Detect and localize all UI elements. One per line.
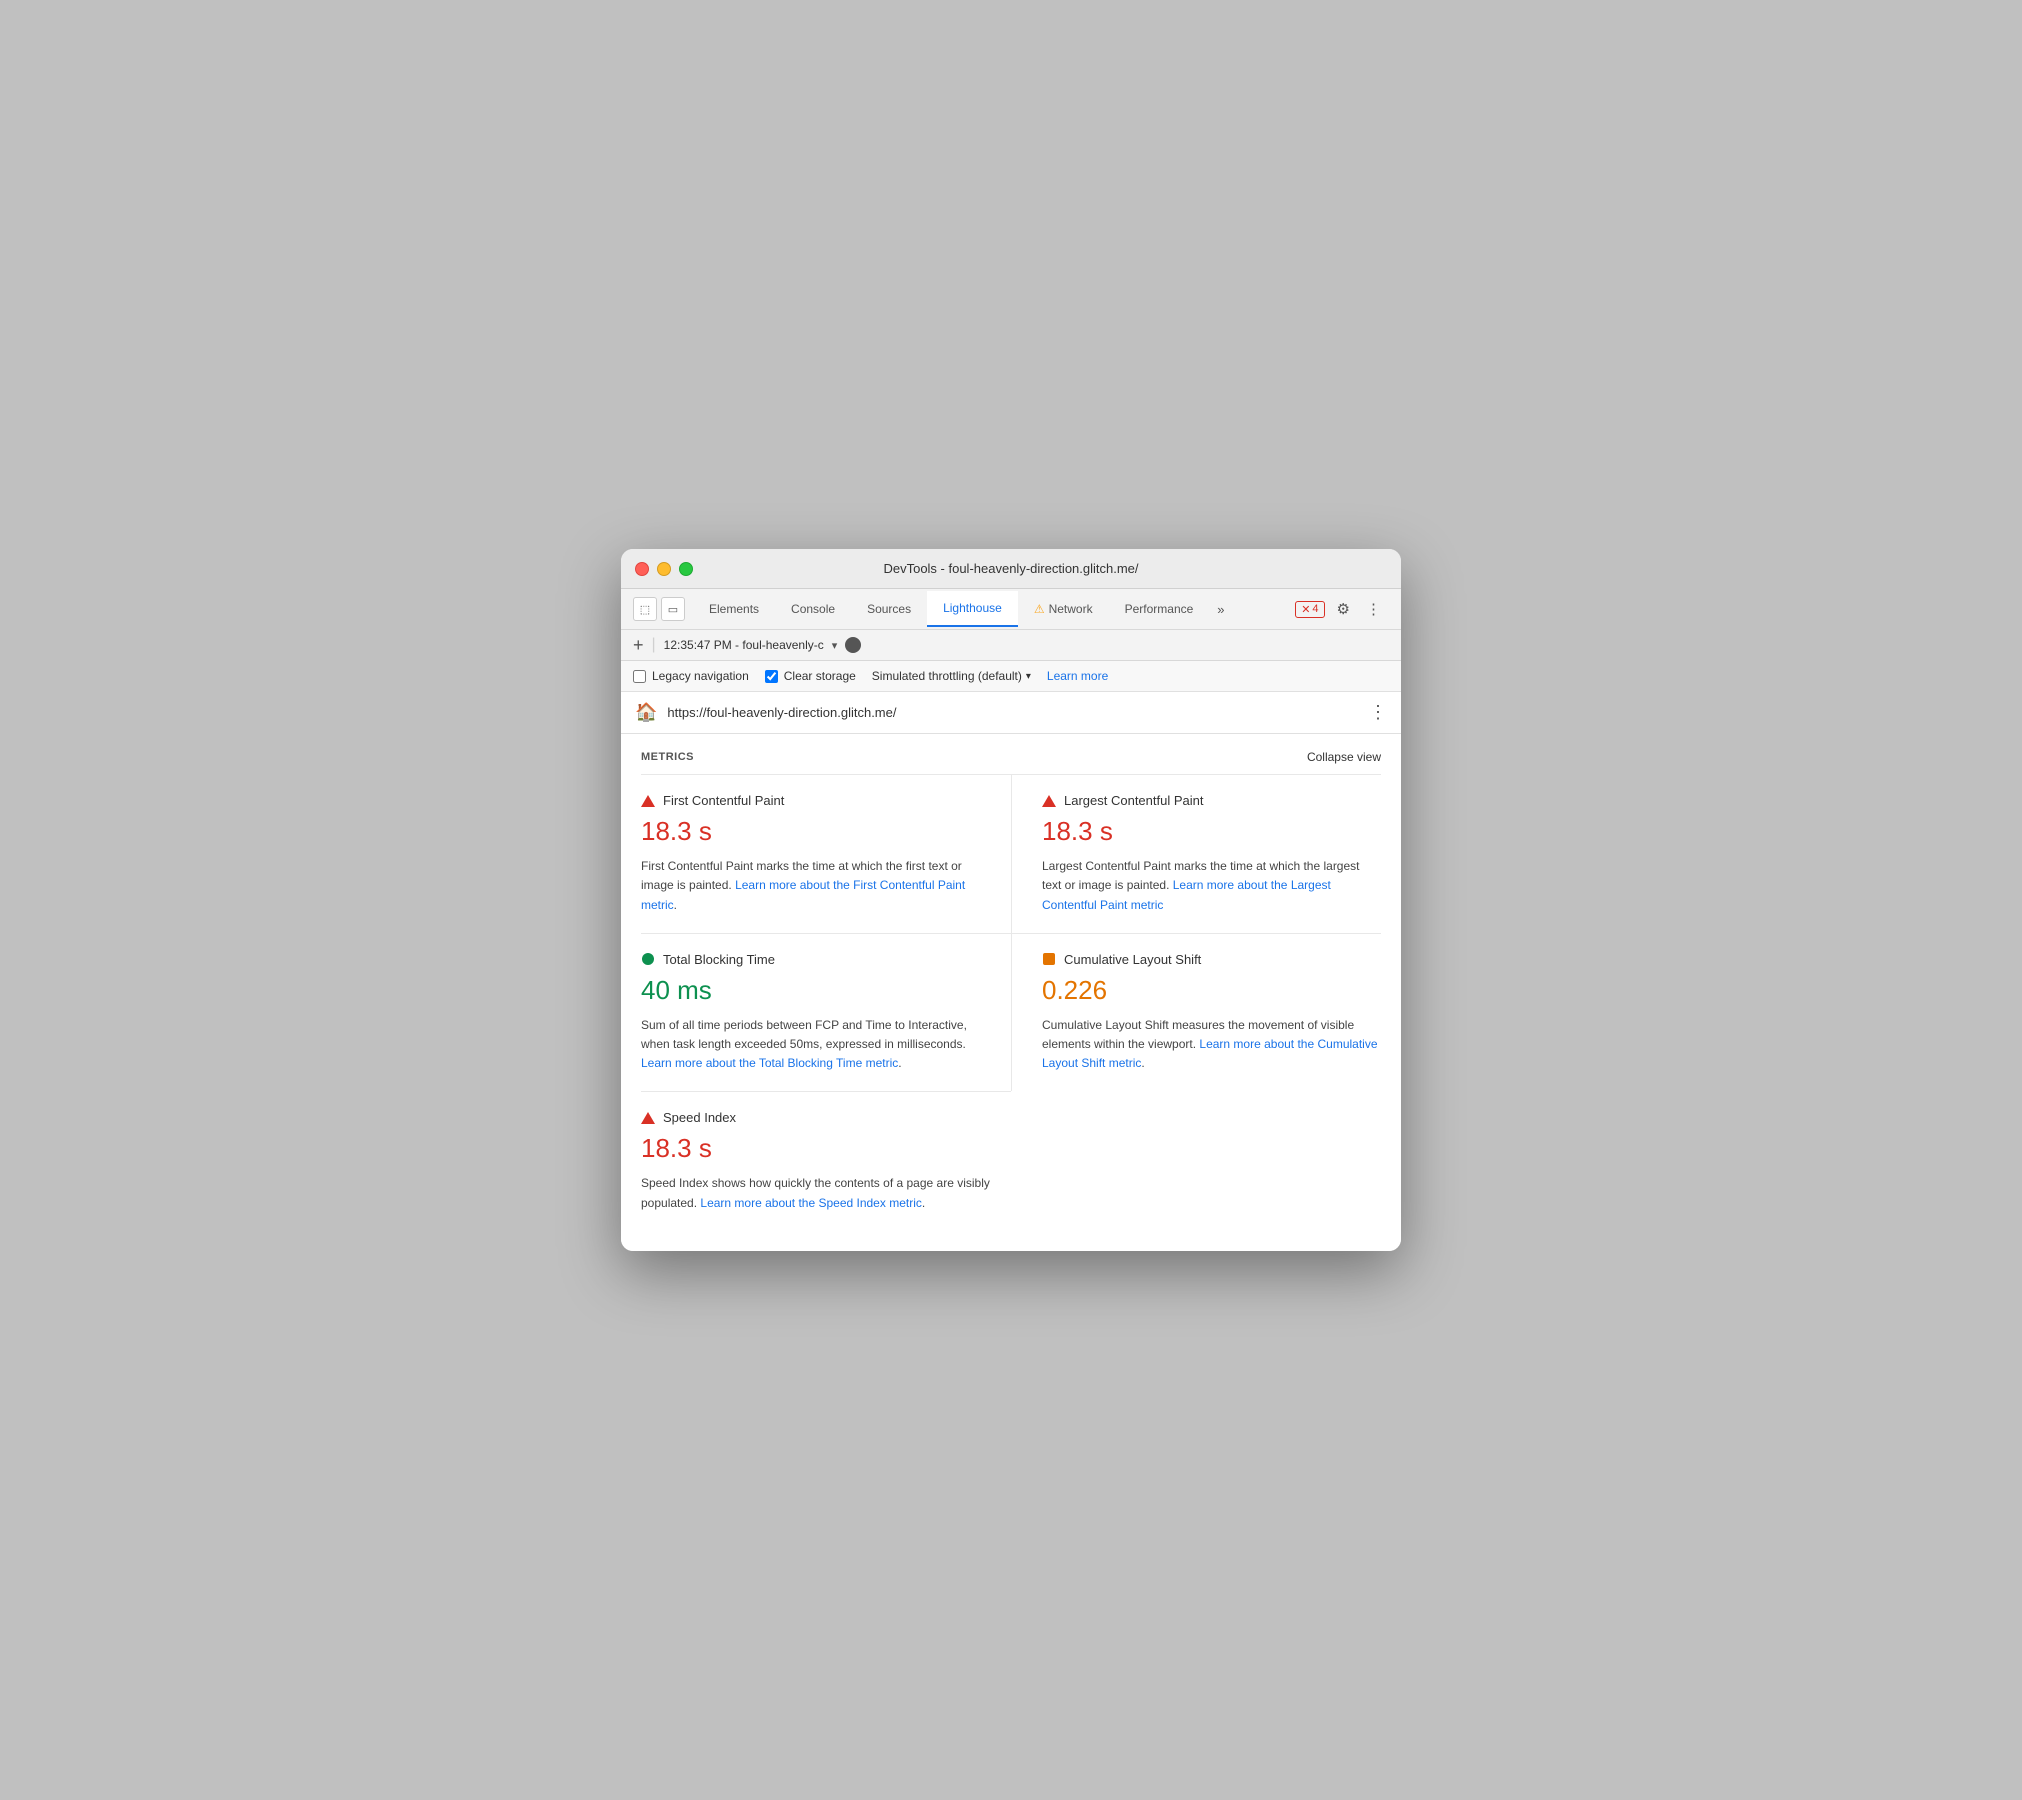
tab-network[interactable]: ⚠ Network [1018, 592, 1109, 626]
traffic-lights [635, 562, 693, 576]
legacy-navigation-checkbox[interactable] [633, 670, 646, 683]
tab-sources[interactable]: Sources [851, 592, 927, 626]
fcp-description: First Contentful Paint marks the time at… [641, 857, 991, 915]
lcp-value: 18.3 s [1042, 816, 1381, 847]
clear-storage-checkbox[interactable] [765, 670, 778, 683]
tab-elements[interactable]: Elements [693, 592, 775, 626]
tbt-value: 40 ms [641, 975, 991, 1006]
metrics-header: METRICS Collapse view [641, 734, 1381, 774]
main-content: METRICS Collapse view First Contentful P… [621, 734, 1401, 1251]
url-more-options-icon[interactable]: ⋮ [1369, 702, 1387, 723]
fcp-indicator-icon [641, 794, 655, 808]
lcp-indicator-icon [1042, 794, 1056, 808]
session-label: 12:35:47 PM - foul-heavenly-c [664, 638, 824, 652]
cls-learn-more-link[interactable]: Learn more about the Cumulative Layout S… [1042, 1037, 1378, 1070]
minimize-button[interactable] [657, 562, 671, 576]
si-name: Speed Index [663, 1110, 736, 1125]
tabs-list: Elements Console Sources Lighthouse ⚠ Ne… [693, 591, 1287, 627]
metrics-title: METRICS [641, 751, 694, 763]
device-icon[interactable]: ▭ [661, 597, 685, 621]
close-button[interactable] [635, 562, 649, 576]
metric-fcp-header: First Contentful Paint [641, 793, 991, 808]
tab-actions: ✕ 4 ⚙ ⋮ [1287, 596, 1393, 622]
si-description: Speed Index shows how quickly the conten… [641, 1174, 991, 1212]
tabs-bar: ⬚ ▭ Elements Console Sources Lighthouse … [621, 589, 1401, 630]
lcp-description: Largest Contentful Paint marks the time … [1042, 857, 1381, 915]
maximize-button[interactable] [679, 562, 693, 576]
block-icon[interactable] [845, 637, 861, 653]
tab-lighthouse[interactable]: Lighthouse [927, 591, 1018, 627]
si-value: 18.3 s [641, 1133, 991, 1164]
legacy-navigation-label[interactable]: Legacy navigation [633, 669, 749, 683]
cls-description: Cumulative Layout Shift measures the mov… [1042, 1016, 1381, 1074]
clear-storage-label[interactable]: Clear storage [765, 669, 856, 683]
metric-cls-header: Cumulative Layout Shift [1042, 952, 1381, 967]
network-warning-icon: ⚠ [1034, 602, 1045, 616]
kebab-menu-icon[interactable]: ⋮ [1362, 596, 1385, 622]
error-x-icon: ✕ [1301, 603, 1310, 616]
cls-name: Cumulative Layout Shift [1064, 952, 1201, 967]
window-title: DevTools - foul-heavenly-direction.glitc… [883, 561, 1138, 576]
learn-more-link[interactable]: Learn more [1047, 669, 1108, 683]
more-tabs-button[interactable]: » [1209, 594, 1232, 625]
fcp-name: First Contentful Paint [663, 793, 784, 808]
metric-fcp: First Contentful Paint 18.3 s First Cont… [641, 774, 1011, 933]
metric-tbt: Total Blocking Time 40 ms Sum of all tim… [641, 933, 1011, 1092]
secondary-toolbar: + | 12:35:47 PM - foul-heavenly-c ▾ [621, 630, 1401, 661]
tab-performance[interactable]: Performance [1109, 592, 1210, 626]
tbt-name: Total Blocking Time [663, 952, 775, 967]
error-badge[interactable]: ✕ 4 [1295, 601, 1324, 618]
si-learn-more-link[interactable]: Learn more about the Speed Index metric [700, 1196, 921, 1210]
cursor-icon[interactable]: ⬚ [633, 597, 657, 621]
metric-cls: Cumulative Layout Shift 0.226 Cumulative… [1011, 933, 1381, 1092]
metric-lcp: Largest Contentful Paint 18.3 s Largest … [1011, 774, 1381, 933]
tab-console[interactable]: Console [775, 592, 851, 626]
divider: | [652, 636, 656, 654]
si-indicator-icon [641, 1111, 655, 1125]
error-count: 4 [1312, 603, 1318, 615]
lighthouse-icon: 🏠 [635, 702, 657, 723]
add-button[interactable]: + [633, 636, 644, 654]
metric-tbt-header: Total Blocking Time [641, 952, 991, 967]
cls-indicator-icon [1042, 952, 1056, 966]
url-text: https://foul-heavenly-direction.glitch.m… [667, 705, 1359, 720]
metric-si: Speed Index 18.3 s Speed Index shows how… [641, 1091, 1011, 1230]
dropdown-icon[interactable]: ▾ [832, 639, 838, 652]
url-bar: 🏠 https://foul-heavenly-direction.glitch… [621, 692, 1401, 734]
fcp-value: 18.3 s [641, 816, 991, 847]
fcp-learn-more-link[interactable]: Learn more about the First Contentful Pa… [641, 878, 965, 911]
tbt-description: Sum of all time periods between FCP and … [641, 1016, 991, 1074]
lcp-learn-more-link[interactable]: Learn more about the Largest Contentful … [1042, 878, 1331, 911]
metric-lcp-header: Largest Contentful Paint [1042, 793, 1381, 808]
collapse-view-button[interactable]: Collapse view [1307, 750, 1381, 764]
lcp-name: Largest Contentful Paint [1064, 793, 1203, 808]
devtools-window: DevTools - foul-heavenly-direction.glitc… [621, 549, 1401, 1251]
throttling-dropdown-icon[interactable]: ▾ [1026, 671, 1031, 682]
devtools-icons: ⬚ ▭ [629, 589, 693, 629]
titlebar: DevTools - foul-heavenly-direction.glitc… [621, 549, 1401, 589]
metrics-grid: First Contentful Paint 18.3 s First Cont… [641, 774, 1381, 1231]
settings-icon[interactable]: ⚙ [1333, 596, 1354, 622]
metric-si-header: Speed Index [641, 1110, 991, 1125]
cls-value: 0.226 [1042, 975, 1381, 1006]
tbt-learn-more-link[interactable]: Learn more about the Total Blocking Time… [641, 1056, 898, 1070]
throttling-label: Simulated throttling (default) ▾ [872, 669, 1031, 683]
tbt-indicator-icon [641, 952, 655, 966]
options-bar: Legacy navigation Clear storage Simulate… [621, 661, 1401, 692]
